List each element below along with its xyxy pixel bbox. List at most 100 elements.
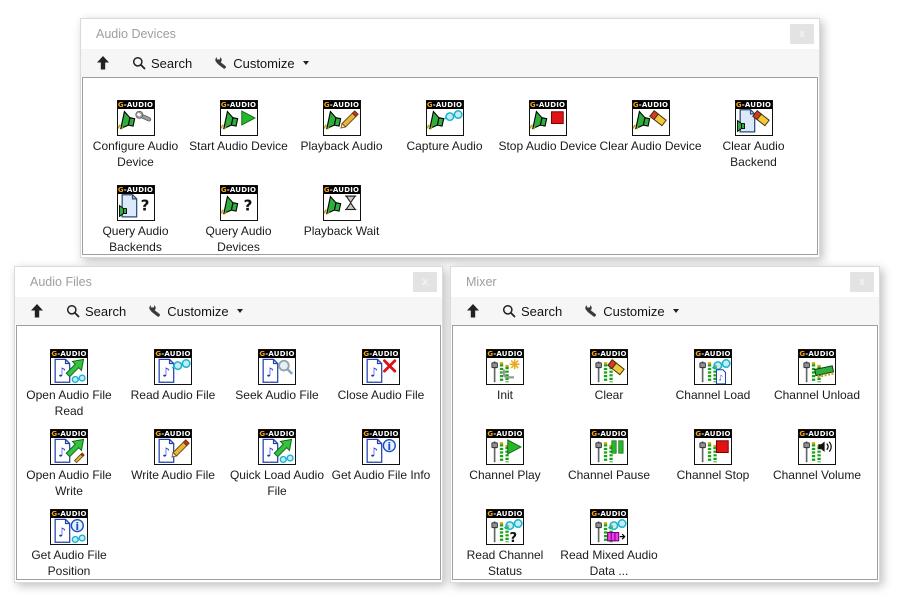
toolbar: Search Customize <box>15 297 442 325</box>
palette-item[interactable]: G-AUDIOChannel Unload <box>765 349 869 429</box>
close-button[interactable]: x <box>790 24 814 44</box>
palette-item[interactable]: G-AUDIOStop Audio Device <box>496 100 599 185</box>
up-level-button[interactable] <box>90 53 116 73</box>
palette-item[interactable]: G-AUDIOChannel Volume <box>765 429 869 509</box>
palette-item-label: Clear <box>557 387 661 403</box>
palette-item-label: Channel Volume <box>765 467 869 483</box>
wrench-icon <box>214 56 228 70</box>
speaker-play-icon: G-AUDIO <box>220 100 258 136</box>
svg-text:♪: ♪ <box>266 444 274 459</box>
svg-text:♪: ♪ <box>370 444 378 459</box>
palette-item[interactable]: G-AUDIO?Query Audio Devices <box>187 185 290 255</box>
docnote-arrow-glasses-sm-icon: G-AUDIO♪ <box>50 349 88 385</box>
speaker-hourglass-icon: G-AUDIO <box>323 185 361 221</box>
palette-grid: G-AUDIOConfigure Audio DeviceG-AUDIOStar… <box>83 78 817 255</box>
search-label: Search <box>151 56 192 71</box>
mixer-eraser-icon: G-AUDIO <box>590 349 628 385</box>
search-icon <box>66 304 80 318</box>
palette-item-label: Query Audio Devices <box>187 223 290 255</box>
search-button[interactable]: Search <box>496 301 568 322</box>
speaker-stop-icon: G-AUDIO <box>529 100 567 136</box>
up-arrow-icon <box>30 304 44 318</box>
palette-item-label: Channel Load <box>661 387 765 403</box>
palette-item[interactable]: G-AUDIO♪iGet Audio File Position <box>17 509 121 580</box>
docnote-arrow-pencil-sm-icon: G-AUDIO♪ <box>50 429 88 465</box>
palette-item-label: Clear Audio Backend <box>702 138 805 170</box>
palette-content: G-AUDIOConfigure Audio DeviceG-AUDIOStar… <box>82 77 818 255</box>
palette-content: G-AUDIOInitG-AUDIOClearG-AUDIO♪Channel L… <box>452 325 878 580</box>
palette-item[interactable]: G-AUDIOConfigure Audio Device <box>84 100 187 185</box>
palette-item[interactable]: G-AUDIO Playback Audio <box>290 100 393 185</box>
customize-button[interactable]: Customize <box>208 53 314 74</box>
palette-item[interactable]: G-AUDIO♪Read Audio File <box>121 349 225 429</box>
up-level-button[interactable] <box>460 301 486 321</box>
palette-item[interactable]: G-AUDIO?Read Channel Status <box>453 509 557 580</box>
palette-item[interactable]: G-AUDIOChannel Pause <box>557 429 661 509</box>
palette-item-label: Channel Play <box>453 467 557 483</box>
toolbar: Search Customize <box>81 49 819 77</box>
palette-item[interactable]: G-AUDIOClear Audio Device <box>599 100 702 185</box>
palette-item[interactable]: G-AUDIOCapture Audio <box>393 100 496 185</box>
svg-text:i: i <box>388 441 392 453</box>
search-button[interactable]: Search <box>126 53 198 74</box>
palette-item[interactable]: G-AUDIO♪Quick Load Audio File <box>225 429 329 509</box>
palette-item[interactable]: G-AUDIO♪ Channel Load <box>661 349 765 429</box>
docnote-arrow-glasses-sm-icon: G-AUDIO♪ <box>258 429 296 465</box>
palette-window-audio-devices: Audio Devices x Search Customize G-AUDIO… <box>80 18 820 258</box>
close-button[interactable]: x <box>413 272 437 292</box>
svg-text:?: ? <box>140 196 149 214</box>
palette-item-label: Capture Audio <box>393 138 496 154</box>
palette-item[interactable]: G-AUDIO♪Write Audio File <box>121 429 225 509</box>
palette-window-audio-files: Audio Files x Search Customize G-AUDIO♪O… <box>14 266 443 583</box>
palette-item[interactable]: G-AUDIORead Mixed Audio Data ... <box>557 509 661 580</box>
customize-button[interactable]: Customize <box>142 301 248 322</box>
mixer-glasses-docnote-sm-icon: G-AUDIO♪ <box>694 349 732 385</box>
svg-text:♪: ♪ <box>58 364 66 379</box>
palette-item[interactable]: G-AUDIO♪Open Audio File Read <box>17 349 121 429</box>
titlebar: Mixer x <box>451 267 879 297</box>
palette-item-label: Close Audio File <box>329 387 433 403</box>
titlebar: Audio Files x <box>15 267 442 297</box>
palette-item[interactable]: G-AUDIO♪Open Audio File Write <box>17 429 121 509</box>
docnote-info-glasses-sm-icon: G-AUDIO♪i <box>50 509 88 545</box>
palette-item-label: Write Audio File <box>121 467 225 483</box>
search-button[interactable]: Search <box>60 301 132 322</box>
chevron-down-icon <box>237 309 243 313</box>
palette-item-label: Seek Audio File <box>225 387 329 403</box>
palette-item-label: Playback Audio <box>290 138 393 154</box>
palette-item[interactable]: G-AUDIO♪ Seek Audio File <box>225 349 329 429</box>
search-icon <box>502 304 516 318</box>
palette-item[interactable]: G-AUDIOChannel Play <box>453 429 557 509</box>
palette-item[interactable]: G-AUDIO Channel Stop <box>661 429 765 509</box>
svg-text:♪: ♪ <box>162 364 170 379</box>
palette-item-label: Open Audio File Read <box>17 387 121 419</box>
docspeaker-eraser-icon: G-AUDIO <box>735 100 773 136</box>
palette-item-label: Read Mixed Audio Data ... <box>557 547 661 579</box>
palette-item-label: Channel Pause <box>557 467 661 483</box>
docnote-magnifier-icon: G-AUDIO♪ <box>258 349 296 385</box>
customize-button[interactable]: Customize <box>578 301 684 322</box>
mixer-stop-icon: G-AUDIO <box>694 429 732 465</box>
palette-item[interactable]: G-AUDIO Clear <box>557 349 661 429</box>
window-title: Audio Devices <box>96 27 176 41</box>
palette-item[interactable]: G-AUDIO Playback Wait <box>290 185 393 255</box>
speaker-pencil-icon: G-AUDIO <box>323 100 361 136</box>
up-arrow-icon <box>466 304 480 318</box>
wrench-icon <box>584 304 598 318</box>
up-level-button[interactable] <box>24 301 50 321</box>
palette-item-label: Channel Stop <box>661 467 765 483</box>
svg-text:♪: ♪ <box>58 444 66 459</box>
palette-item-label: Start Audio Device <box>187 138 290 154</box>
palette-item[interactable]: G-AUDIO?Query Audio Backends <box>84 185 187 255</box>
speaker-wrench-icon: G-AUDIO <box>117 100 155 136</box>
palette-item-label: Init <box>453 387 557 403</box>
palette-grid: G-AUDIOInitG-AUDIOClearG-AUDIO♪Channel L… <box>453 326 877 580</box>
customize-label: Customize <box>167 304 228 319</box>
palette-item-label: Playback Wait <box>290 223 393 239</box>
palette-item[interactable]: G-AUDIO Start Audio Device <box>187 100 290 185</box>
palette-item[interactable]: G-AUDIO♪Close Audio File <box>329 349 433 429</box>
palette-item[interactable]: G-AUDIO♪iGet Audio File Info <box>329 429 433 509</box>
close-button[interactable]: x <box>850 272 874 292</box>
palette-item[interactable]: G-AUDIOInit <box>453 349 557 429</box>
palette-item[interactable]: G-AUDIOClear Audio Backend <box>702 100 805 185</box>
